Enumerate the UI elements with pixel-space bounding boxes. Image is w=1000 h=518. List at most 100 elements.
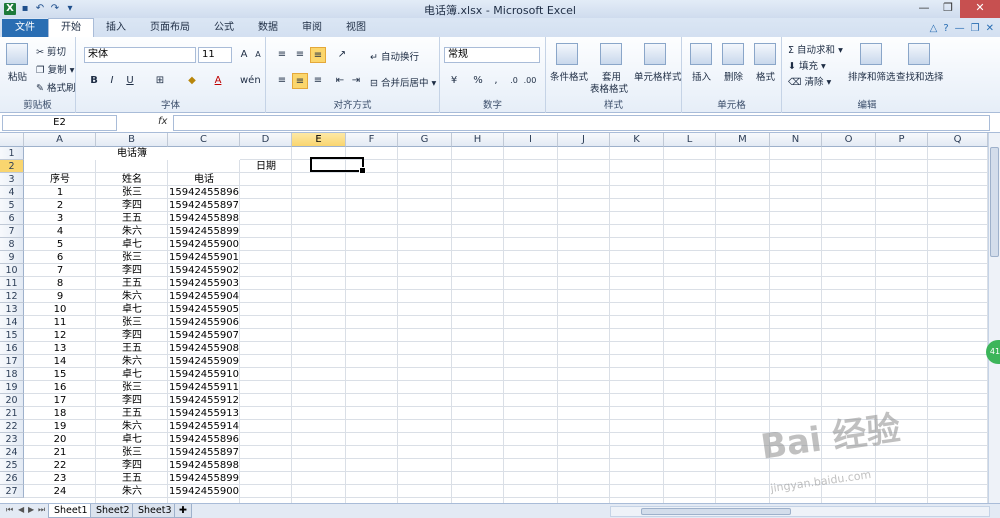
seq-cell[interactable]: 8 [24,277,96,290]
italic-button[interactable]: I [104,73,120,89]
sheet-tab-3[interactable]: Sheet3 [132,504,178,518]
number-format-select[interactable]: 常规 [444,47,540,63]
align-left-icon[interactable]: ≡ [274,73,290,89]
delete-cells-icon[interactable] [722,43,744,65]
seq-cell[interactable]: 17 [24,394,96,407]
currency-icon[interactable]: ¥ [446,73,462,89]
phone-cell[interactable]: 15942455906 [168,316,240,329]
minimize-icon[interactable]: — [912,0,936,18]
row-header[interactable]: 21 [0,407,24,420]
tab-formulas[interactable]: 公式 [202,19,246,37]
increase-indent-icon[interactable]: ⇥ [348,73,364,89]
fill-button[interactable]: ⬇ 填充 ▾ [788,58,826,72]
column-header[interactable]: Q [928,133,988,147]
name-cell[interactable]: 王五 [96,212,168,225]
name-cell[interactable]: 李四 [96,394,168,407]
selected-cell-e2[interactable] [310,157,366,174]
name-cell[interactable]: 李四 [96,329,168,342]
row-header[interactable]: 17 [0,355,24,368]
table-format-icon[interactable] [600,43,622,65]
sheet-tab-2[interactable]: Sheet2 [90,504,136,518]
row-header[interactable]: 6 [0,212,24,225]
sort-filter-icon[interactable] [860,43,882,65]
seq-cell[interactable]: 19 [24,420,96,433]
delete-cells-button[interactable]: 删除 [724,69,743,83]
tab-home[interactable]: 开始 [48,18,94,37]
autosum-button[interactable]: Σ 自动求和 ▾ [788,42,843,56]
horizontal-scroll-thumb[interactable] [641,508,791,515]
align-top-icon[interactable]: ≡ [274,47,290,63]
align-right-icon[interactable]: ≡ [310,73,326,89]
name-cell[interactable]: 张三 [96,186,168,199]
row-header[interactable]: 1 [0,147,24,160]
row-header[interactable]: 2 [0,160,24,173]
phone-cell[interactable]: 15942455896 [168,186,240,199]
seq-cell[interactable]: 2 [24,199,96,212]
phone-cell[interactable]: 15942455896 [168,433,240,446]
cut-button[interactable]: ✂ 剪切 [36,44,66,58]
decrease-indent-icon[interactable]: ⇤ [332,73,348,89]
phone-cell[interactable]: 15942455907 [168,329,240,342]
row-header[interactable]: 19 [0,381,24,394]
tab-insert[interactable]: 插入 [94,19,138,37]
undo-icon[interactable]: ↶ [34,3,46,15]
wrap-text-button[interactable]: ↵ 自动换行 [370,49,419,63]
phone-cell[interactable]: 15942455897 [168,446,240,459]
column-header[interactable]: B [96,133,168,147]
phone-cell[interactable]: 15942455914 [168,420,240,433]
seq-cell[interactable]: 1 [24,186,96,199]
conditional-format-icon[interactable] [556,43,578,65]
phone-cell[interactable]: 15942455902 [168,264,240,277]
row-header[interactable]: 9 [0,251,24,264]
increase-decimal-icon[interactable]: .0 [506,73,522,89]
tab-data[interactable]: 数据 [246,19,290,37]
next-sheet-icon[interactable]: ▶ [28,505,34,514]
save-icon[interactable]: ▪ [19,3,31,15]
seq-cell[interactable]: 23 [24,472,96,485]
border-icon[interactable]: ⊞ [152,73,168,89]
name-cell[interactable]: 卓七 [96,433,168,446]
header-name-cell[interactable]: 姓名 [96,173,168,186]
name-cell[interactable]: 朱六 [96,290,168,303]
seq-cell[interactable]: 11 [24,316,96,329]
name-cell[interactable]: 王五 [96,342,168,355]
row-header[interactable]: 23 [0,433,24,446]
insert-sheet-icon[interactable]: ✚ [174,504,192,518]
phone-cell[interactable]: 15942455899 [168,225,240,238]
format-painter-button[interactable]: ✎ 格式刷 [36,80,76,94]
font-color-icon[interactable]: A [210,73,226,89]
format-cells-icon[interactable] [754,43,776,65]
close-icon[interactable]: ✕ [960,0,1000,18]
prev-sheet-icon[interactable]: ◀ [18,505,24,514]
seq-cell[interactable]: 22 [24,459,96,472]
phone-cell[interactable]: 15942455913 [168,407,240,420]
name-box[interactable]: E2 [2,115,117,131]
phone-cell[interactable]: 15942455898 [168,212,240,225]
insert-cells-icon[interactable] [690,43,712,65]
name-cell[interactable]: 李四 [96,459,168,472]
shrink-font-icon[interactable]: A [250,47,266,63]
row-header[interactable]: 15 [0,329,24,342]
column-header[interactable]: O [822,133,876,147]
collapse-ribbon-icon[interactable]: △ [930,23,938,34]
seq-cell[interactable]: 24 [24,485,96,498]
orientation-icon[interactable]: ↗ [334,47,350,63]
name-cell[interactable]: 张三 [96,316,168,329]
vertical-scrollbar[interactable] [988,133,1000,503]
phone-cell[interactable]: 15942455898 [168,459,240,472]
doc-close-icon[interactable]: ✕ [986,23,994,34]
row-header[interactable]: 11 [0,277,24,290]
row-header[interactable]: 12 [0,290,24,303]
seq-cell[interactable]: 12 [24,329,96,342]
phone-cell[interactable]: 15942455905 [168,303,240,316]
name-cell[interactable]: 朱六 [96,420,168,433]
font-name-select[interactable]: 宋体 [84,47,196,63]
seq-cell[interactable]: 13 [24,342,96,355]
row-header[interactable]: 14 [0,316,24,329]
name-cell[interactable]: 张三 [96,446,168,459]
seq-cell[interactable]: 10 [24,303,96,316]
date-label-cell[interactable]: 日期 [240,160,292,173]
column-header[interactable]: E [292,133,346,147]
horizontal-scrollbar[interactable] [610,506,990,517]
phone-cell[interactable]: 15942455912 [168,394,240,407]
